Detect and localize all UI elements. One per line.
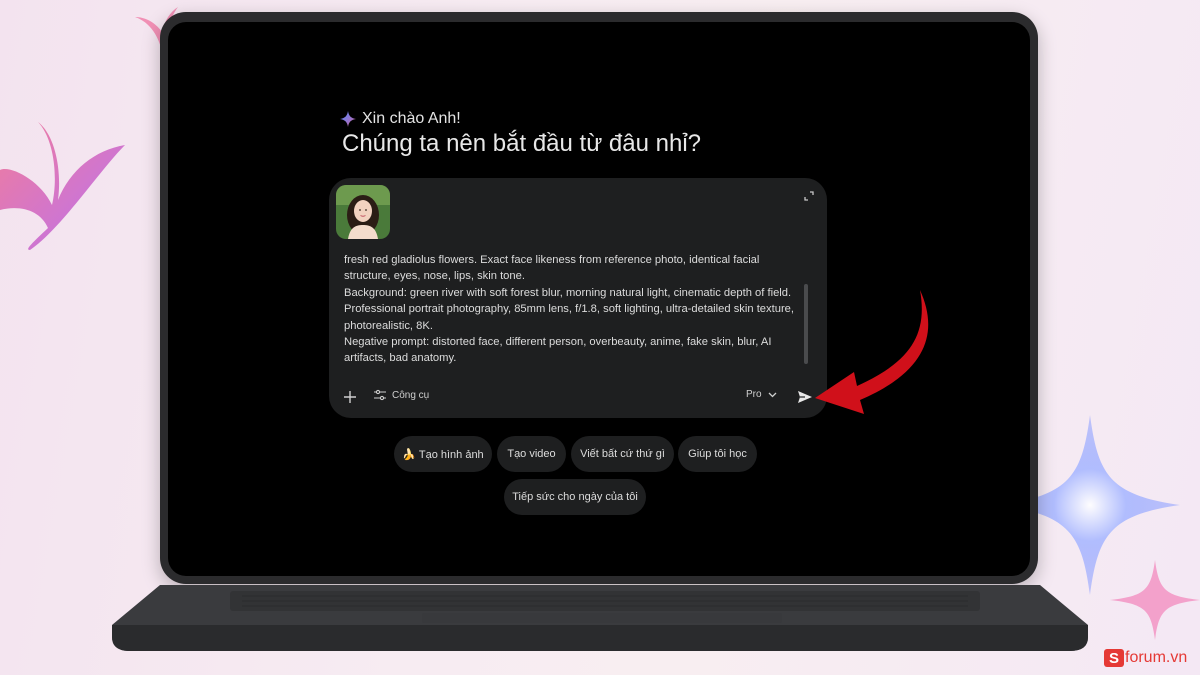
brand-mark: S xyxy=(1104,649,1124,667)
model-selector[interactable]: Pro xyxy=(746,389,777,400)
butterfly-decoration xyxy=(0,122,125,250)
sliders-icon xyxy=(374,389,386,401)
gemini-sparkle-icon xyxy=(340,111,356,127)
brand-text: forum.vn xyxy=(1125,649,1188,666)
model-label: Pro xyxy=(746,389,762,400)
tools-button[interactable]: Công cụ xyxy=(374,389,429,401)
prompt-input[interactable]: fresh red gladiolus flowers. Exact face … xyxy=(344,252,800,367)
sparkle-decoration-pink xyxy=(1110,560,1200,640)
attached-image-thumbnail[interactable] xyxy=(336,185,390,239)
page-headline: Chúng ta nên bắt đầu từ đâu nhỉ? xyxy=(342,130,702,157)
greeting: Xin chào Anh! xyxy=(340,110,461,128)
chevron-down-icon xyxy=(768,392,777,397)
suggestion-chip-create-image[interactable]: 🍌 Tạo hình ảnh xyxy=(394,436,492,472)
tools-label: Công cụ xyxy=(392,389,430,401)
suggestion-chip-write-anything[interactable]: Viết bất cứ thứ gì xyxy=(571,436,674,472)
suggestion-chip-create-video[interactable]: Tạo video xyxy=(497,436,566,472)
suggestion-chip-boost-my-day[interactable]: Tiếp sức cho ngày của tôi xyxy=(504,479,646,515)
laptop-keyboard-base xyxy=(112,585,1088,651)
suggestion-chip-help-me-learn[interactable]: Giúp tôi học xyxy=(678,436,757,472)
greeting-text: Xin chào Anh! xyxy=(362,110,461,127)
plus-icon xyxy=(344,391,356,403)
expand-icon[interactable] xyxy=(803,190,815,202)
brand-logo: S forum.vn xyxy=(1104,649,1187,667)
annotation-arrow xyxy=(815,290,929,414)
add-attachment-button[interactable] xyxy=(341,388,359,406)
